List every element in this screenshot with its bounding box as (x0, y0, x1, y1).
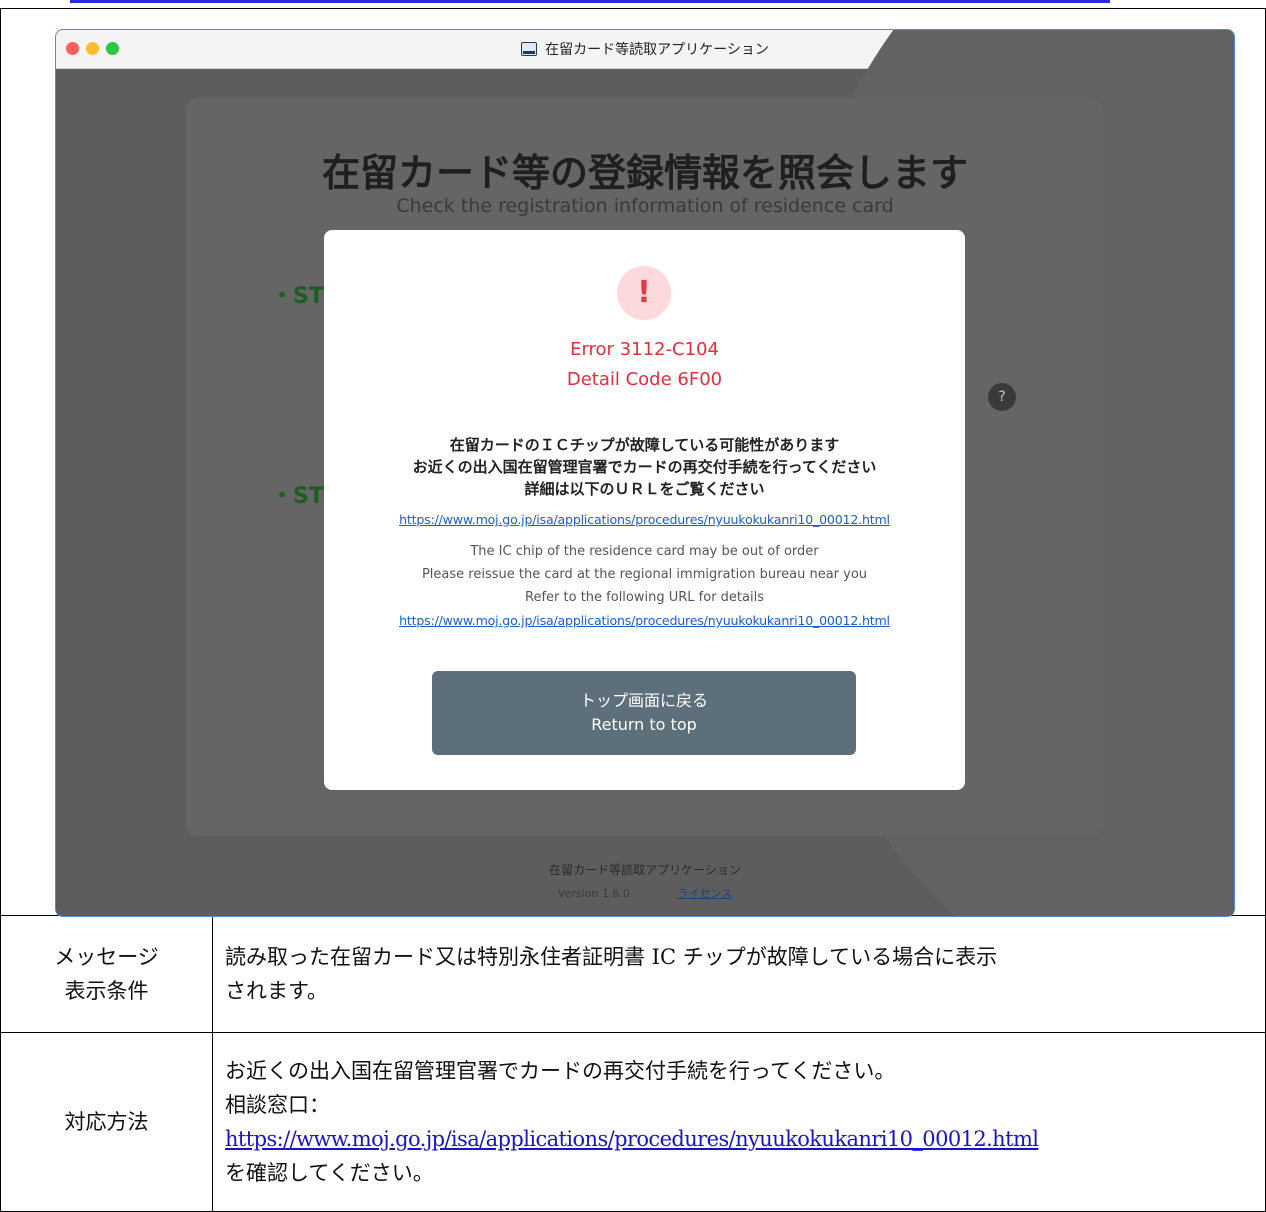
screenshot-cell: 在留カード等読取アプリケーション 在留カード等の登録情報を照会します Check… (0, 8, 1266, 917)
page-title: 在留カード等の登録情報を照会します (321, 151, 968, 195)
return-button-label-jp: トップ画面に戻る (579, 691, 708, 710)
error-code: Error 3112-C104 (570, 339, 719, 360)
card-reader-icon (521, 42, 538, 56)
condition-text-cell: 読み取った在留カード又は特別永住者証明書 IC チップが故障している場合に表示 … (212, 915, 1266, 1033)
footer-app-name: 在留カード等読取アプリケーション (549, 863, 741, 877)
action-label: 対応方法 (64, 1110, 149, 1134)
condition-label-line: メッセージ (54, 945, 159, 969)
error-dialog: ! Error 3112-C104 Detail Code 6F00 在留カード… (324, 230, 965, 790)
version-text: Version 1.6.0 (557, 887, 630, 900)
cropped-link-underline (70, 0, 1110, 3)
en-message-line: The IC chip of the residence card may be… (470, 544, 819, 559)
help-icon[interactable]: ? (988, 383, 1016, 411)
action-text-line: 相談窓口： (225, 1093, 330, 1117)
condition-label-line: 表示条件 (64, 979, 149, 1003)
zoom-window-button[interactable] (106, 42, 119, 55)
consultation-url-link[interactable]: https://www.moj.go.jp/isa/applications/p… (225, 1122, 1265, 1156)
window-title: 在留カード等読取アプリケーション (545, 42, 769, 58)
error-doc-table: 在留カード等読取アプリケーション 在留カード等の登録情報を照会します Check… (0, 8, 1266, 1212)
detail-url-link-en[interactable]: https://www.moj.go.jp/isa/applications/p… (324, 613, 965, 628)
action-text-line: を確認してください。 (225, 1161, 434, 1185)
app-content: 在留カード等の登録情報を照会します Check the registration… (56, 30, 1234, 916)
condition-label-cell: メッセージ 表示条件 (0, 915, 213, 1033)
jp-message-line: お近くの出入国在留管理官署でカードの再交付手続を行ってください (412, 458, 877, 476)
app-window: 在留カード等読取アプリケーション 在留カード等の登録情報を照会します Check… (55, 29, 1235, 917)
condition-text-line: されます。 (225, 979, 328, 1003)
license-link[interactable]: ライセンス (677, 887, 732, 900)
action-text-cell: お近くの出入国在留管理官署でカードの再交付手続を行ってください。 相談窓口： h… (212, 1032, 1266, 1212)
error-icon: ! (617, 266, 671, 320)
jp-message-line: 詳細は以下のＵＲＬをご覧ください (524, 480, 765, 498)
minimize-window-button[interactable] (86, 42, 99, 55)
action-text-line: お近くの出入国在留管理官署でカードの再交付手続を行ってください。 (225, 1059, 896, 1083)
condition-text-line: 読み取った在留カード又は特別永住者証明書 IC チップが故障している場合に表示 (225, 945, 998, 969)
en-message-line: Please reissue the card at the regional … (421, 567, 868, 582)
return-button-label-en: Return to top (591, 715, 697, 734)
action-label-cell: 対応方法 (0, 1032, 213, 1212)
close-window-button[interactable] (66, 42, 79, 55)
detail-url-link-jp[interactable]: https://www.moj.go.jp/isa/applications/p… (324, 512, 965, 527)
detail-code: Detail Code 6F00 (566, 369, 723, 390)
step-2-label: ・ST (271, 484, 324, 509)
return-to-top-button[interactable]: トップ画面に戻る Return to top (432, 671, 856, 755)
english-message: The IC chip of the residence card may be… (324, 540, 965, 609)
jp-message-line: 在留カードのＩＣチップが故障している可能性があります (449, 436, 840, 454)
step-1-label: ・ST (271, 284, 324, 309)
footer-version-line: Version 1.6.0 ライセンス (56, 885, 1234, 901)
japanese-message: 在留カードのＩＣチップが故障している可能性があります お近くの出入国在留管理官署… (324, 434, 965, 500)
en-message-line: Refer to the following URL for details (525, 590, 764, 605)
page-subtitle: Check the registration information of re… (396, 195, 894, 217)
